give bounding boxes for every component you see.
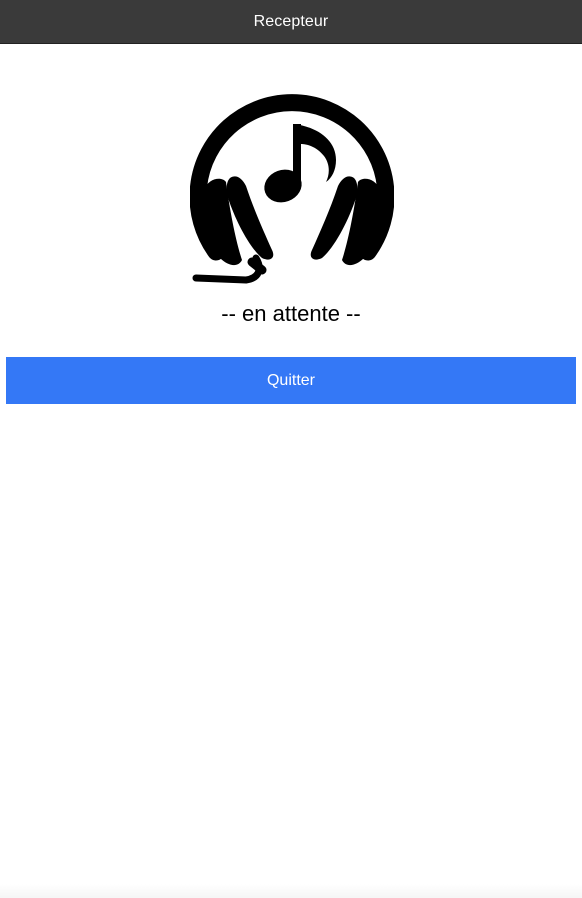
- status-text: -- en attente --: [221, 301, 361, 326]
- quit-button[interactable]: Quitter: [6, 357, 576, 404]
- bottom-edge-shadow: [0, 884, 582, 898]
- headphones-music-note-icon: [190, 82, 394, 286]
- app-screen: Recepteur -- en attente -- Quitter: [0, 0, 582, 898]
- navigation-bar: Recepteur: [0, 0, 582, 44]
- page-title: Recepteur: [253, 12, 329, 30]
